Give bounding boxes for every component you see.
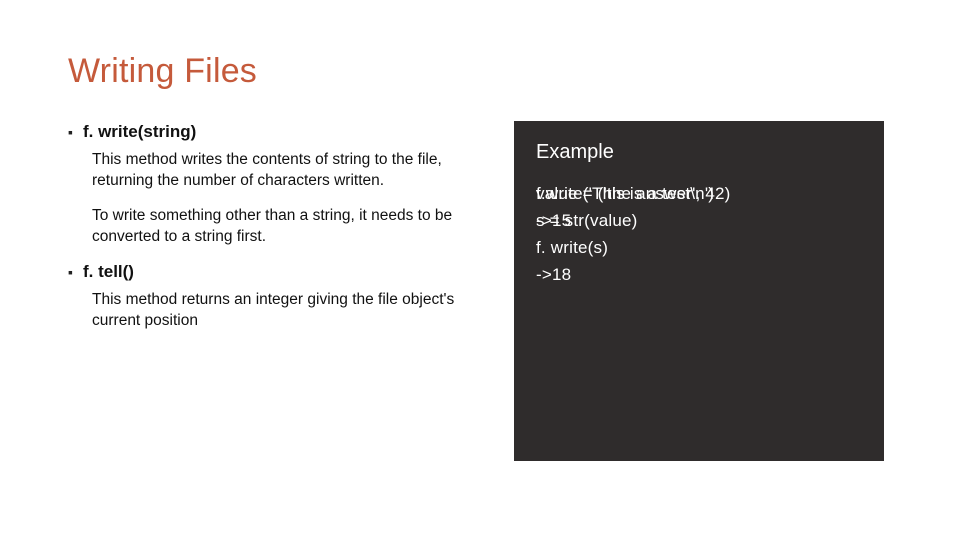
- code-text-b: s = str(value): [536, 207, 638, 234]
- code-text-a: f. write(s): [536, 238, 608, 257]
- bullet-item: ▪ f. write(string): [68, 121, 488, 143]
- bullet-description: This method returns an integer giving th…: [92, 289, 488, 331]
- slide-body: ▪ f. write(string) This method writes th…: [68, 121, 896, 461]
- code-line: ->15 s = str(value): [536, 207, 864, 234]
- code-text-b: value = ('the answer', 42): [536, 180, 731, 207]
- slide: Writing Files ▪ f. write(string) This me…: [0, 0, 960, 540]
- code-text-a: ->18: [536, 265, 571, 284]
- code-line: f. write(s): [536, 234, 864, 261]
- left-column: ▪ f. write(string) This method writes th…: [68, 121, 488, 461]
- example-title: Example: [536, 141, 864, 164]
- bullet-item: ▪ f. tell(): [68, 261, 488, 283]
- code-line: f.write('This is a test\n') value = ('th…: [536, 180, 864, 207]
- bullet-marker: ▪: [68, 261, 73, 283]
- slide-title: Writing Files: [68, 52, 896, 91]
- example-panel: Example f.write('This is a test\n') valu…: [514, 121, 884, 461]
- code-line: ->18: [536, 261, 864, 288]
- bullet-description: To write something other than a string, …: [92, 205, 488, 247]
- bullet-description: This method writes the contents of strin…: [92, 149, 488, 191]
- right-column: Example f.write('This is a test\n') valu…: [514, 121, 896, 461]
- bullet-heading: f. write(string): [83, 121, 196, 143]
- bullet-heading: f. tell(): [83, 261, 134, 283]
- bullet-marker: ▪: [68, 121, 73, 143]
